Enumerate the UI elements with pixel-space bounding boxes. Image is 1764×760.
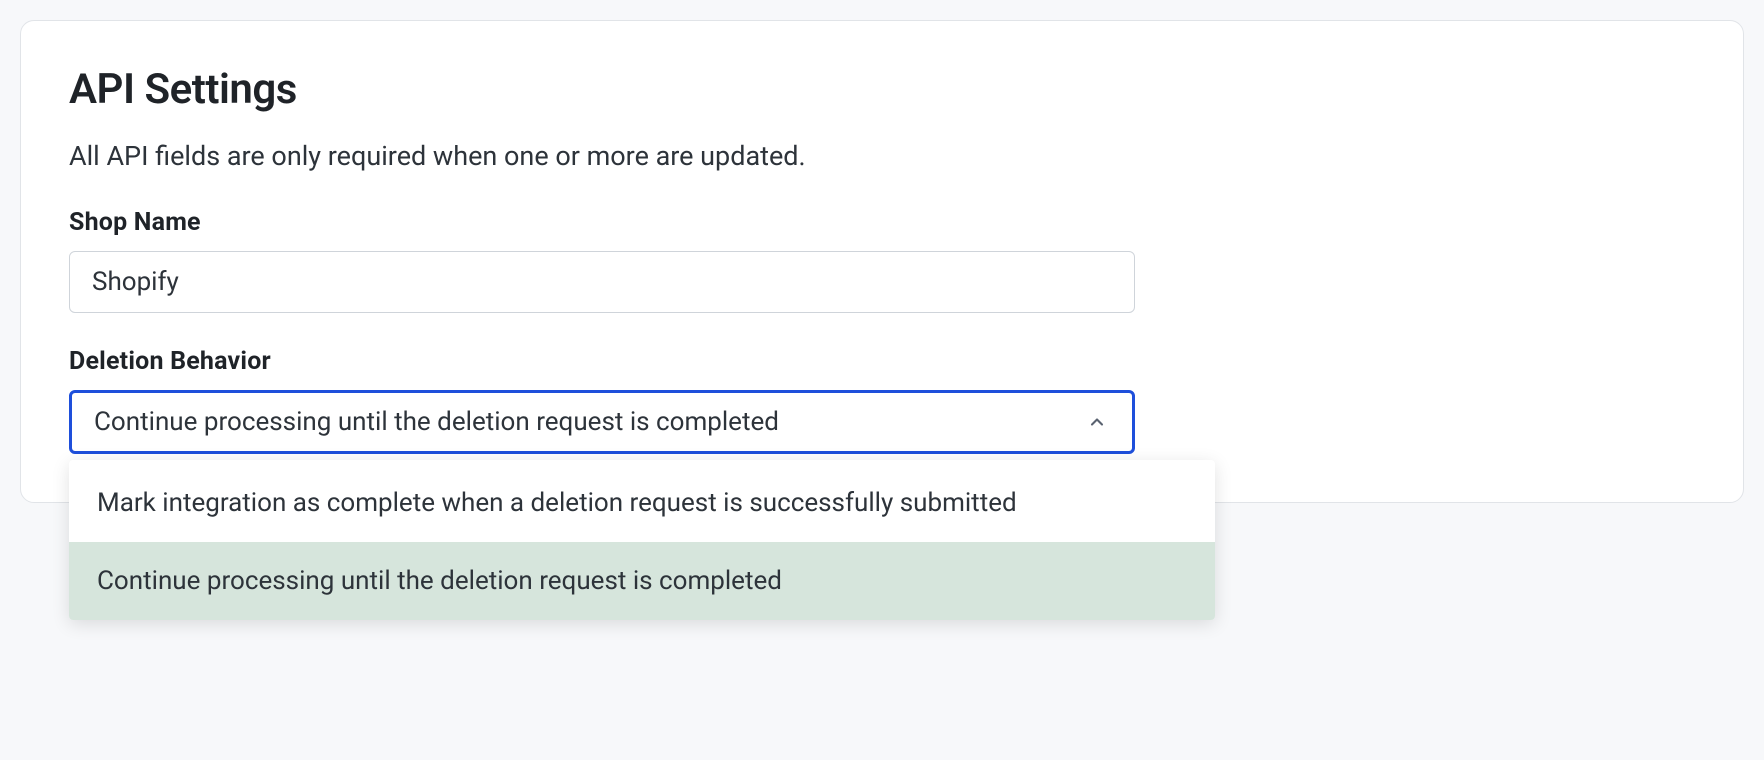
shop-name-label: Shop Name	[69, 208, 1695, 237]
deletion-behavior-select[interactable]: Continue processing until the deletion r…	[69, 390, 1135, 454]
deletion-behavior-dropdown: Mark integration as complete when a dele…	[69, 460, 1215, 620]
deletion-option-1[interactable]: Continue processing until the deletion r…	[69, 542, 1215, 620]
card-title: API Settings	[69, 65, 1695, 114]
chevron-up-icon	[1087, 412, 1107, 432]
card-subtitle: All API fields are only required when on…	[69, 140, 1695, 172]
api-settings-card: API Settings All API fields are only req…	[20, 20, 1744, 503]
deletion-behavior-select-wrapper: Continue processing until the deletion r…	[69, 390, 1135, 454]
deletion-behavior-field: Deletion Behavior Continue processing un…	[69, 347, 1695, 454]
shop-name-field: Shop Name	[69, 208, 1695, 313]
deletion-behavior-selected-value: Continue processing until the deletion r…	[94, 407, 779, 437]
deletion-option-0[interactable]: Mark integration as complete when a dele…	[69, 464, 1215, 542]
shop-name-input[interactable]	[69, 251, 1135, 313]
deletion-behavior-label: Deletion Behavior	[69, 347, 1695, 376]
